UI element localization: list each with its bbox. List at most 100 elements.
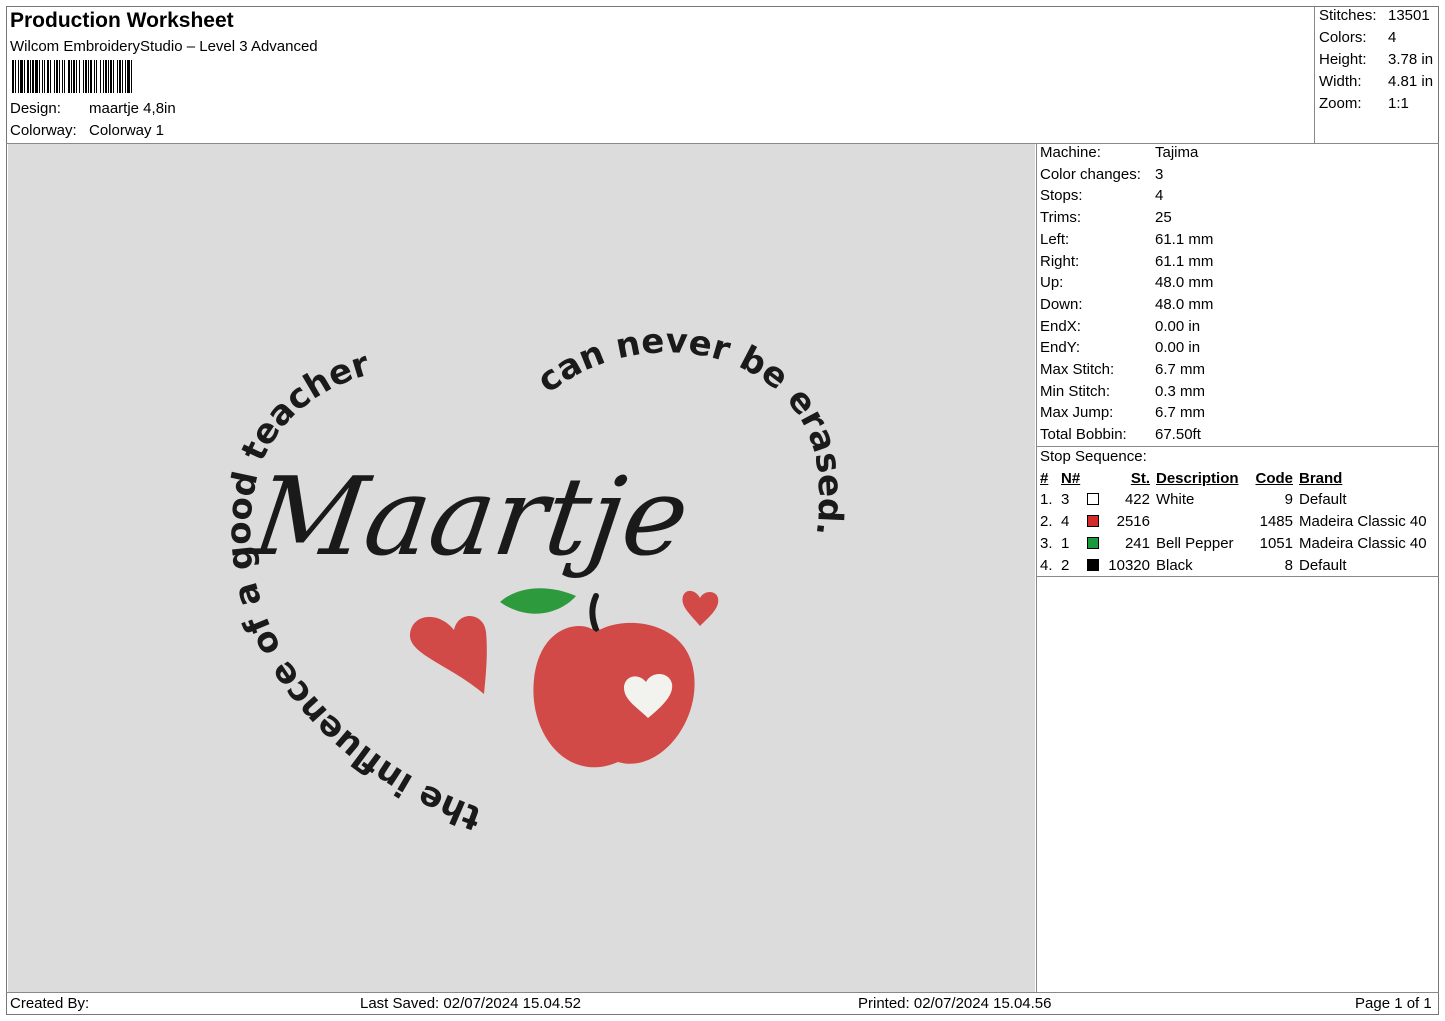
stop-row-brand: Madeira Classic 40 (1299, 513, 1427, 530)
small-heart-icon (682, 590, 719, 626)
barcode-bar (18, 60, 19, 93)
zoom-label: Zoom: (1319, 95, 1362, 112)
stop-row-code: 1485 (1259, 513, 1293, 530)
stop-row-code: 9 (1284, 491, 1293, 508)
machine-info-label: Total Bobbin: (1040, 426, 1127, 444)
col-header-code: Code (1255, 470, 1294, 487)
barcode-bar (62, 60, 63, 93)
stop-row-stitches: 10320 (1108, 557, 1150, 574)
design-svg: the influence of a good teacher can neve… (219, 321, 850, 838)
barcode-bar (50, 60, 51, 93)
stop-row-stitches: 2516 (1116, 513, 1150, 530)
thread-color-swatch (1087, 493, 1099, 505)
colorway-label: Colorway: (10, 122, 77, 139)
name-text: Maartje (245, 453, 696, 579)
machine-info-value: 4 (1155, 187, 1164, 205)
barcode-bar (127, 60, 130, 93)
barcode-bar (35, 60, 38, 93)
apple-icon (533, 622, 695, 768)
machine-info-label: Down: (1040, 295, 1083, 313)
design-preview: the influence of a good teacher can neve… (8, 144, 1035, 992)
thread-color-swatch (1087, 515, 1099, 527)
info-divider (1036, 446, 1439, 447)
machine-info-value: 67.50ft (1155, 426, 1201, 444)
barcode-bar (71, 60, 72, 93)
machine-info-value: 3 (1155, 165, 1164, 183)
barcode-bar (59, 60, 60, 93)
barcode-bar (64, 60, 65, 93)
machine-info-label: EndX: (1040, 317, 1081, 335)
machine-info-value: 0.00 in (1155, 339, 1201, 357)
barcode-bar (100, 60, 101, 93)
zoom-value: 1:1 (1388, 95, 1409, 112)
stop-row-description: White (1156, 491, 1195, 508)
design-value: maartje 4,8in (89, 100, 176, 117)
barcode-bar (113, 60, 114, 93)
col-header-needle: N# (1061, 470, 1081, 487)
last-saved: Last Saved: 02/07/2024 15.04.52 (360, 995, 582, 1012)
stop-row-stitches: 241 (1124, 535, 1150, 552)
machine-info-value: 0.3 mm (1155, 382, 1206, 400)
machine-info-label: EndY: (1040, 339, 1081, 357)
barcode-bar (131, 60, 132, 93)
machine-info-label: Max Jump: (1040, 404, 1114, 422)
machine-info-label: Right: (1040, 252, 1080, 270)
stop-row-description: Black (1156, 557, 1193, 574)
canvas-divider (1036, 143, 1037, 993)
thread-color-swatch (1087, 559, 1099, 571)
stop-row-index: 1. (1040, 491, 1053, 508)
page-number: Page 1 of 1 (1355, 995, 1432, 1012)
barcode-bar (42, 60, 43, 93)
arc-text-left-path: the influence of a good teacher (219, 344, 486, 838)
summary-divider (1314, 6, 1315, 143)
stop-row-description: Bell Pepper (1156, 535, 1234, 552)
machine-info-value: Tajima (1155, 144, 1199, 161)
barcode-bar (27, 60, 29, 93)
width-label: Width: (1319, 73, 1362, 90)
stop-row-code: 8 (1284, 557, 1293, 574)
machine-info-value: 0.00 in (1155, 317, 1201, 335)
stop-row-brand: Default (1299, 491, 1347, 508)
sequence-divider (1036, 576, 1439, 577)
barcode-bar (117, 60, 118, 93)
machine-info-value: 61.1 mm (1155, 252, 1214, 270)
barcode-bar (20, 60, 23, 93)
barcode-bar (68, 60, 70, 93)
arc-text-left: the influence of a good teacher (219, 344, 486, 838)
footer-divider (6, 992, 1439, 993)
barcode-bar (96, 60, 97, 93)
colors-label: Colors: (1319, 29, 1367, 46)
page-title: Production Worksheet (10, 9, 234, 32)
software-name: Wilcom EmbroideryStudio – Level 3 Advanc… (10, 38, 318, 55)
barcode-bar (110, 60, 112, 93)
leaf-icon (500, 588, 576, 614)
machine-info-value: 6.7 mm (1155, 361, 1206, 378)
machine-info-label: Color changes: (1040, 165, 1141, 183)
stitches-value: 13501 (1388, 7, 1430, 24)
stop-sequence-title: Stop Sequence: (1040, 448, 1147, 465)
barcode-bar (32, 60, 34, 93)
barcode-bar (83, 60, 84, 93)
machine-info-label: Left: (1040, 230, 1070, 248)
barcode-bar (15, 60, 16, 93)
barcode-bar (54, 60, 55, 93)
machine-info-label: Trims: (1040, 209, 1082, 227)
created-by: Created By: (10, 995, 90, 1012)
apple-stem-icon (589, 593, 601, 637)
machine-info-value: 25 (1155, 209, 1172, 227)
printed-date: Printed: 02/07/2024 15.04.56 (858, 995, 1052, 1012)
col-header-brand: Brand (1299, 470, 1343, 487)
stop-row-index: 2. (1040, 513, 1053, 530)
barcode-bar (125, 60, 126, 93)
barcode-bar (90, 60, 92, 93)
barcode-bar (24, 60, 25, 93)
machine-info-value: 6.7 mm (1155, 404, 1206, 422)
machine-info-label: Max Stitch: (1040, 361, 1115, 378)
barcode-bar (79, 60, 80, 93)
machine-info-value: 48.0 mm (1155, 295, 1214, 313)
width-value: 4.81 in (1388, 73, 1434, 90)
barcode-bar (39, 60, 40, 93)
barcode-bar (44, 60, 45, 93)
machine-info-label: Stops: (1040, 187, 1083, 205)
stop-row-needle: 3 (1061, 491, 1070, 508)
